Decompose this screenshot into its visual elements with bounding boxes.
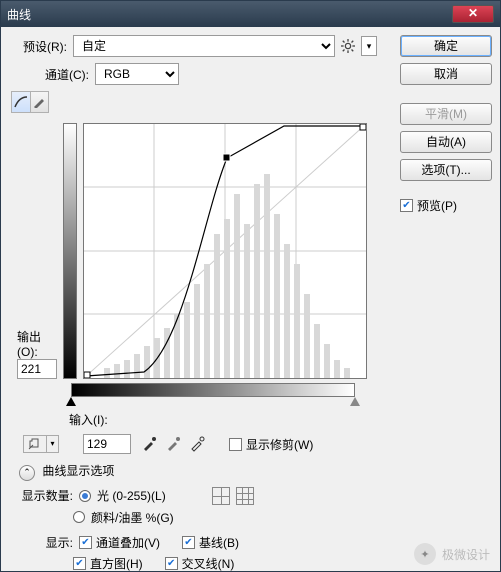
channel-select[interactable]: RGB bbox=[95, 63, 179, 85]
gear-icon[interactable] bbox=[341, 39, 355, 53]
auto-button[interactable]: 自动(A) bbox=[400, 131, 492, 153]
section-title: 曲线显示选项 bbox=[42, 464, 114, 478]
intersect-checkbox[interactable]: ✔交叉线(N) bbox=[165, 555, 235, 572]
gray-point-eyedropper-icon[interactable] bbox=[165, 436, 181, 452]
smooth-button[interactable]: 平滑(M) bbox=[400, 103, 492, 125]
output-field[interactable] bbox=[17, 359, 57, 379]
preset-select[interactable]: 自定 bbox=[73, 35, 335, 57]
checkbox-icon bbox=[229, 438, 242, 451]
watermark: ✦ 极微设计 bbox=[414, 543, 490, 565]
input-field[interactable] bbox=[83, 434, 131, 454]
black-point-eyedropper-icon[interactable] bbox=[141, 436, 157, 452]
overlay-checkbox[interactable]: ✔通道叠加(V) bbox=[79, 534, 160, 551]
radio-light[interactable] bbox=[79, 490, 91, 502]
grid-4-icon[interactable] bbox=[212, 487, 230, 505]
grid-9-icon[interactable] bbox=[236, 487, 254, 505]
output-label: 输出(O): bbox=[17, 328, 57, 359]
close-icon[interactable]: ✕ bbox=[452, 5, 494, 23]
targeted-adjust-menu[interactable]: ▾ bbox=[47, 435, 59, 453]
show-amount-label: 显示数量: bbox=[15, 487, 73, 504]
curve-tool-group bbox=[11, 91, 49, 113]
curves-graph[interactable] bbox=[83, 123, 367, 379]
titlebar: 曲线 ✕ bbox=[1, 1, 500, 27]
input-slider[interactable] bbox=[71, 397, 355, 407]
preset-menu-button[interactable]: ▾ bbox=[361, 36, 377, 56]
window-title: 曲线 bbox=[7, 6, 452, 23]
watermark-logo-icon: ✦ bbox=[414, 543, 436, 565]
baseline-checkbox[interactable]: ✔基线(B) bbox=[182, 534, 239, 551]
targeted-adjust-tool[interactable] bbox=[23, 435, 47, 453]
cancel-button[interactable]: 取消 bbox=[400, 63, 492, 85]
curve-pencil-tool[interactable] bbox=[31, 92, 49, 112]
options-button[interactable]: 选项(T)... bbox=[400, 159, 492, 181]
collapse-toggle-icon[interactable]: ⌃ bbox=[19, 465, 35, 481]
radio-ink[interactable] bbox=[73, 511, 85, 523]
channel-label: 通道(C): bbox=[37, 66, 89, 83]
output-gradient-strip bbox=[63, 123, 77, 379]
input-label: 输入(I): bbox=[69, 411, 108, 428]
white-point-eyedropper-icon[interactable] bbox=[189, 436, 205, 452]
show-clipping-checkbox[interactable]: 显示修剪(W) bbox=[229, 436, 313, 453]
preset-label: 预设(R): bbox=[11, 38, 67, 55]
ok-button[interactable]: 确定 bbox=[400, 35, 492, 57]
preview-checkbox[interactable]: ✔预览(P) bbox=[400, 197, 492, 214]
show-label: 显示: bbox=[15, 534, 73, 551]
curve-point-tool[interactable] bbox=[12, 92, 31, 112]
input-gradient-strip bbox=[71, 383, 355, 397]
histogram-checkbox[interactable]: ✔直方图(H) bbox=[73, 555, 143, 572]
